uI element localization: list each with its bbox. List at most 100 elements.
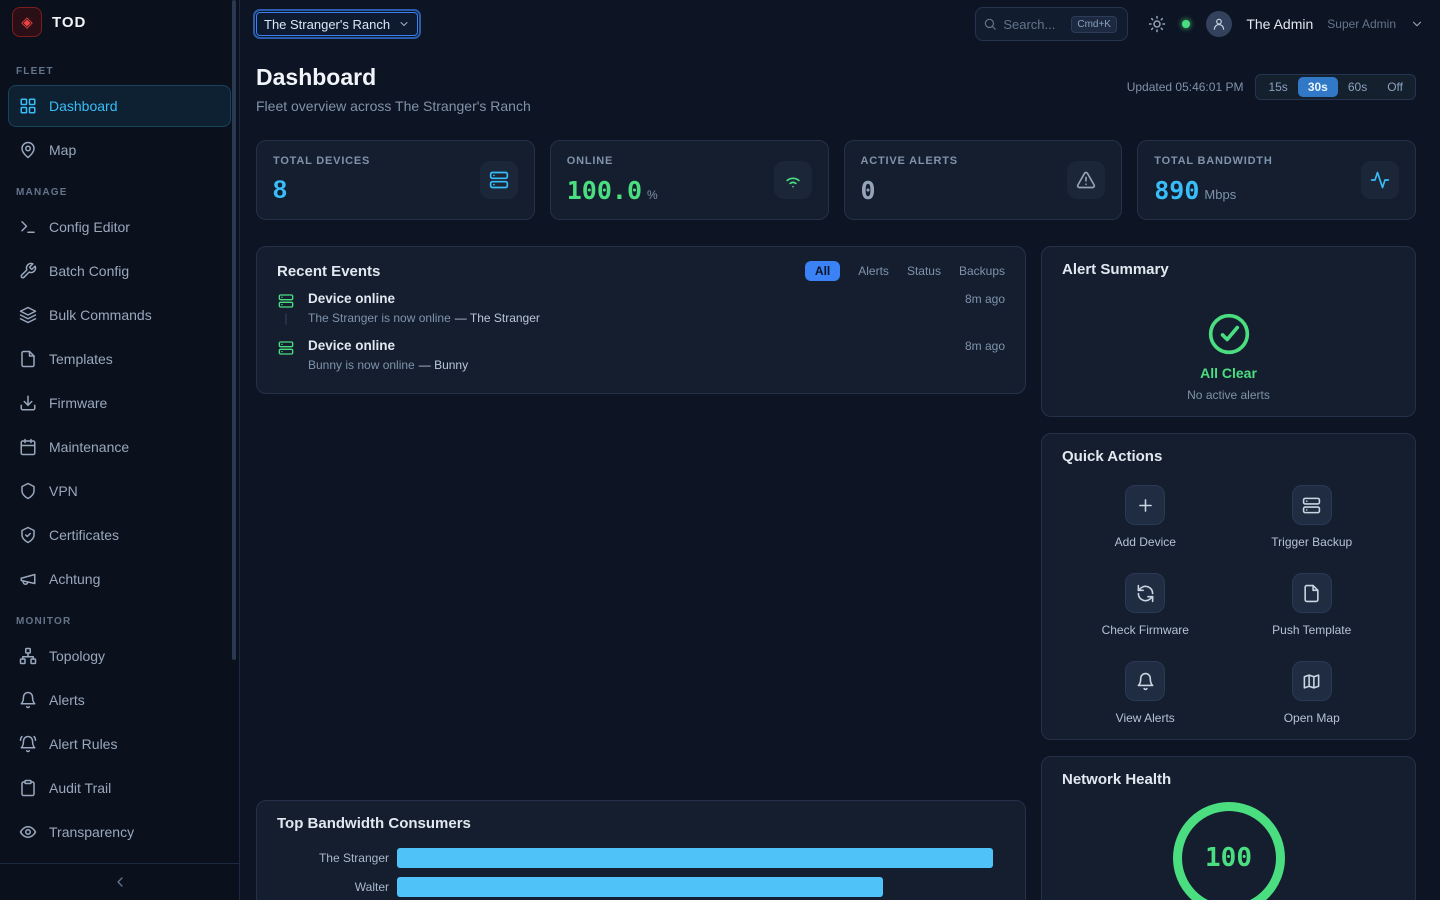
quick-action-push-template[interactable]: Push Template xyxy=(1229,573,1396,637)
refresh-option-60s[interactable]: 60s xyxy=(1338,77,1377,97)
plus-icon xyxy=(1136,496,1155,515)
map-icon xyxy=(1302,672,1321,691)
stat-label: TOTAL BANDWIDTH xyxy=(1154,155,1272,167)
event-time: 8m ago xyxy=(965,292,1005,306)
quick-action-add-device[interactable]: Add Device xyxy=(1062,485,1229,549)
sidebar-collapse-button[interactable] xyxy=(0,863,239,900)
quick-action-trigger-backup[interactable]: Trigger Backup xyxy=(1229,485,1396,549)
section-label-manage: MANAGE xyxy=(16,187,223,198)
recent-events-title: Recent Events xyxy=(277,263,380,280)
sidebar-item-map[interactable]: Map xyxy=(8,129,231,171)
sidebar: ◈ TOD FLEET Dashboard Map MANAGE Config … xyxy=(0,0,240,900)
avatar[interactable] xyxy=(1206,11,1232,37)
fleet-select-value: The Stranger's Ranch xyxy=(264,17,390,32)
bar-row: Walter xyxy=(277,877,1005,897)
sidebar-item-label: Batch Config xyxy=(49,263,129,279)
network-health-title: Network Health xyxy=(1062,771,1171,788)
app-logo-icon: ◈ xyxy=(12,7,42,37)
sidebar-item-vpn[interactable]: VPN xyxy=(8,470,231,512)
sidebar-item-alerts[interactable]: Alerts xyxy=(8,679,231,721)
bell-ring-icon xyxy=(19,735,37,753)
event-row[interactable]: Device online 8m ago The Stranger is now… xyxy=(277,291,1005,338)
refresh-option-30s[interactable]: 30s xyxy=(1298,77,1338,97)
sidebar-item-dashboard[interactable]: Dashboard xyxy=(8,85,231,127)
stat-card-active-alerts: ACTIVE ALERTS 0 xyxy=(844,140,1123,220)
section-label-fleet: FLEET xyxy=(16,66,223,77)
sidebar-item-label: Transparency xyxy=(49,824,134,840)
stat-unit: Mbps xyxy=(1204,187,1236,202)
filter-all[interactable]: All xyxy=(805,261,840,281)
alert-summary-title: Alert Summary xyxy=(1062,261,1395,278)
sidebar-item-bulk-commands[interactable]: Bulk Commands xyxy=(8,294,231,336)
quick-action-view-alerts[interactable]: View Alerts xyxy=(1062,661,1229,725)
search-input[interactable] xyxy=(1003,17,1065,32)
sidebar-item-label: Alert Rules xyxy=(49,736,117,752)
sidebar-item-label: Bulk Commands xyxy=(49,307,152,323)
stat-value: 0 xyxy=(861,176,876,205)
stat-card-total-bandwidth: TOTAL BANDWIDTH 890 Mbps xyxy=(1137,140,1416,220)
stat-label: TOTAL DEVICES xyxy=(273,155,370,167)
sidebar-item-batch-config[interactable]: Batch Config xyxy=(8,250,231,292)
sidebar-nav: FLEET Dashboard Map MANAGE Config Editor… xyxy=(0,44,239,863)
theme-toggle-sun-icon[interactable] xyxy=(1148,15,1166,33)
sidebar-item-firmware[interactable]: Firmware xyxy=(8,382,231,424)
sidebar-item-topology[interactable]: Topology xyxy=(8,635,231,677)
bandwidth-bar xyxy=(397,848,993,868)
quick-action-label: View Alerts xyxy=(1116,711,1175,725)
stat-value: 8 xyxy=(273,176,287,205)
filter-alerts[interactable]: Alerts xyxy=(858,264,889,278)
refresh-option-off[interactable]: Off xyxy=(1377,77,1413,97)
network-health-gauge: 100 xyxy=(1173,802,1285,900)
sidebar-item-alert-rules[interactable]: Alert Rules xyxy=(8,723,231,765)
download-icon xyxy=(19,394,37,412)
sidebar-item-certificates[interactable]: Certificates xyxy=(8,514,231,556)
bar-label: The Stranger xyxy=(277,851,389,865)
server-icon xyxy=(278,340,294,356)
network-health-value: 100 xyxy=(1205,843,1252,873)
sidebar-item-templates[interactable]: Templates xyxy=(8,338,231,380)
sidebar-item-label: Audit Trail xyxy=(49,780,111,796)
layout-grid-icon xyxy=(19,97,37,115)
user-role-badge: Super Admin xyxy=(1327,17,1396,31)
stat-card-total-devices: TOTAL DEVICES 8 xyxy=(256,140,535,220)
refresh-option-15s[interactable]: 15s xyxy=(1258,77,1297,97)
user-menu-chevron-down-icon[interactable] xyxy=(1410,17,1424,31)
event-title: Device online xyxy=(308,291,395,306)
filter-status[interactable]: Status xyxy=(907,264,941,278)
quick-action-label: Check Firmware xyxy=(1102,623,1189,637)
sidebar-item-label: Maintenance xyxy=(49,439,129,455)
sidebar-item-transparency[interactable]: Transparency xyxy=(8,811,231,853)
sidebar-item-maintenance[interactable]: Maintenance xyxy=(8,426,231,468)
sidebar-item-label: Dashboard xyxy=(49,98,118,114)
fleet-select[interactable]: The Stranger's Ranch xyxy=(256,12,418,36)
topbar: The Stranger's Ranch Cmd+K The Admin Sup… xyxy=(240,0,1440,48)
sidebar-item-label: Certificates xyxy=(49,527,119,543)
event-device: — Bunny xyxy=(419,358,468,372)
sidebar-item-audit-trail[interactable]: Audit Trail xyxy=(8,767,231,809)
user-icon xyxy=(1212,17,1226,31)
page-subtitle: Fleet overview across The Stranger's Ran… xyxy=(256,98,531,114)
calendar-icon xyxy=(19,438,37,456)
main-area: The Stranger's Ranch Cmd+K The Admin Sup… xyxy=(240,0,1440,900)
user-name: The Admin xyxy=(1246,16,1313,32)
quick-action-check-firmware[interactable]: Check Firmware xyxy=(1062,573,1229,637)
sidebar-item-achtung[interactable]: Achtung xyxy=(8,558,231,600)
quick-action-open-map[interactable]: Open Map xyxy=(1229,661,1396,725)
event-time: 8m ago xyxy=(965,339,1005,353)
search-box[interactable]: Cmd+K xyxy=(975,7,1128,41)
event-row[interactable]: Device online 8m ago Bunny is now online… xyxy=(277,338,1005,385)
bar-row: The Stranger xyxy=(277,848,1005,868)
quick-action-label: Open Map xyxy=(1284,711,1340,725)
bandwidth-chart: The Stranger Walter xyxy=(277,848,1005,897)
chevron-down-icon xyxy=(398,18,410,30)
chevron-left-icon xyxy=(112,874,128,890)
page-title: Dashboard xyxy=(256,64,531,91)
server-icon xyxy=(278,293,294,309)
bandwidth-bar xyxy=(397,877,883,897)
stat-value: 890 xyxy=(1154,176,1199,205)
timeline-connector xyxy=(285,313,287,325)
terminal-icon xyxy=(19,218,37,236)
sidebar-scrollbar[interactable] xyxy=(232,0,236,660)
filter-backups[interactable]: Backups xyxy=(959,264,1005,278)
sidebar-item-config-editor[interactable]: Config Editor xyxy=(8,206,231,248)
